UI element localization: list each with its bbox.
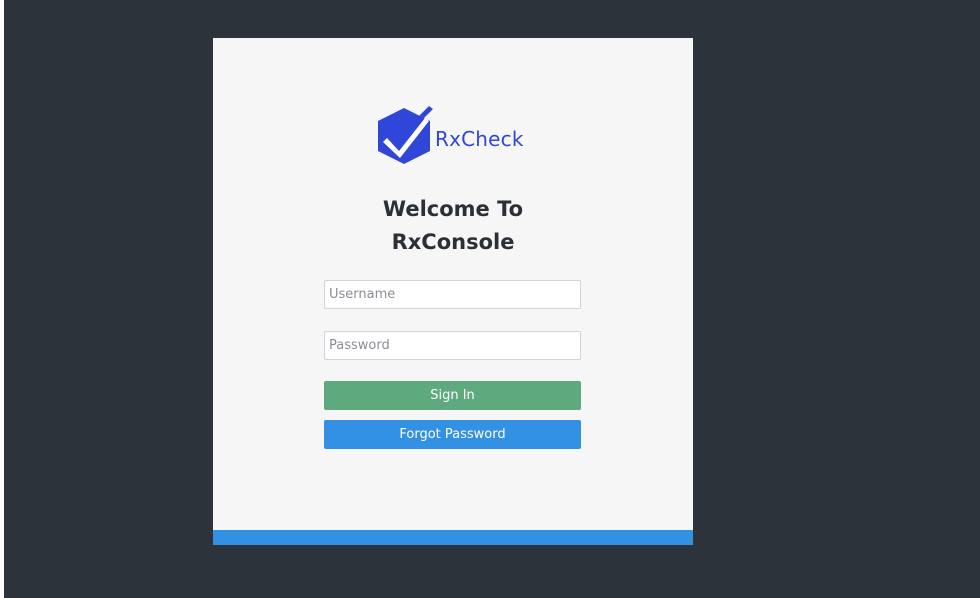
sign-in-button[interactable]: Sign In — [324, 381, 581, 410]
forgot-password-button[interactable]: Forgot Password — [324, 420, 581, 449]
password-input[interactable] — [324, 331, 581, 360]
card-footer-bar — [213, 530, 693, 545]
username-input[interactable] — [324, 280, 581, 309]
title-line-2: RxConsole — [391, 230, 515, 254]
login-card: RxCheck Welcome To RxConsole Sign In For… — [213, 38, 693, 545]
shield-check-icon — [378, 106, 433, 164]
title-line-1: Welcome To — [382, 197, 524, 221]
brand-name: RxCheck — [435, 127, 524, 151]
page-title: Welcome To RxConsole — [213, 193, 693, 259]
login-screen-background: RxCheck Welcome To RxConsole Sign In For… — [4, 0, 980, 598]
brand-logo: RxCheck — [373, 104, 543, 172]
